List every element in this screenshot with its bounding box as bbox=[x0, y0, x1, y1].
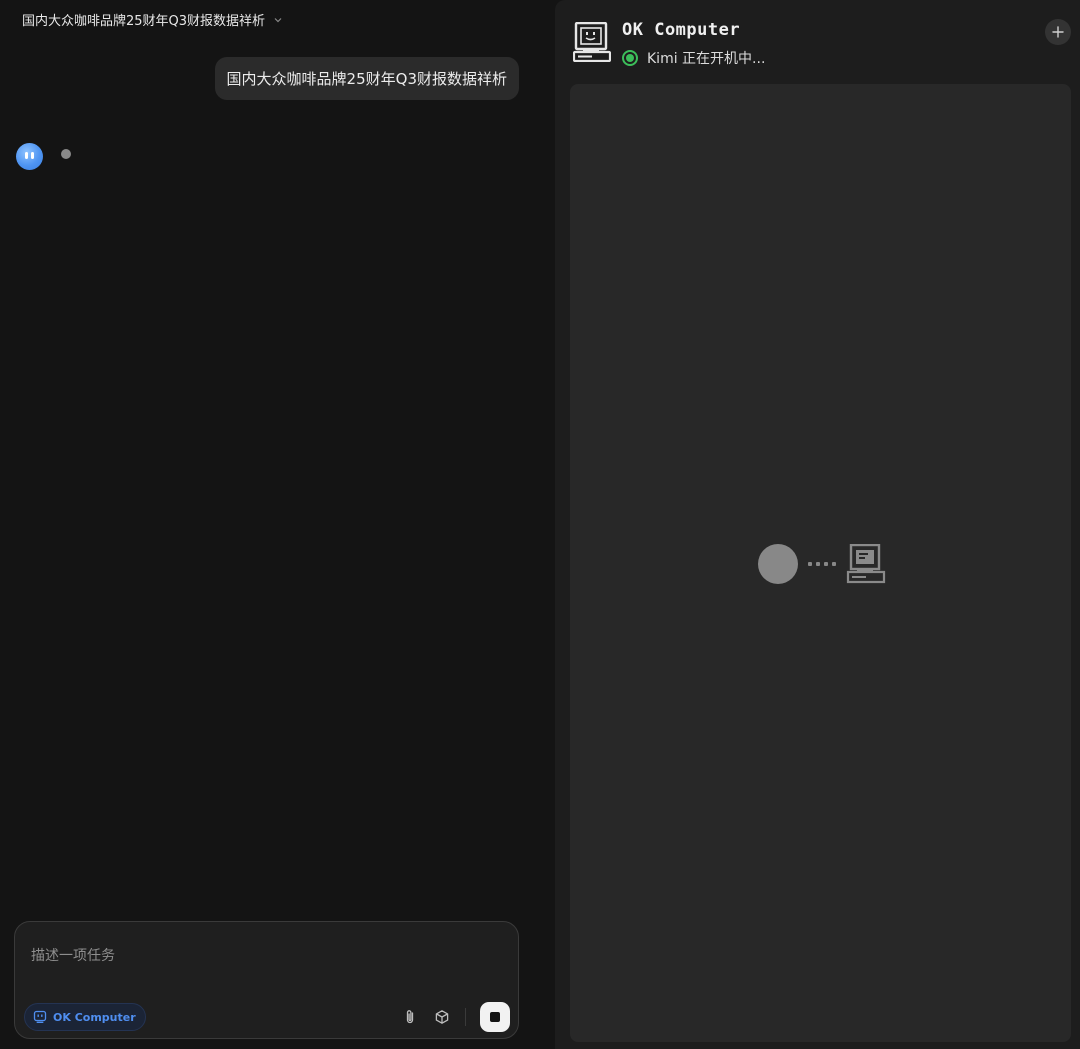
boot-status-text: Kimi 正在开机中... bbox=[647, 51, 766, 67]
status-online-icon bbox=[622, 50, 638, 66]
retro-computer-icon bbox=[573, 22, 611, 62]
new-session-button[interactable] bbox=[1045, 19, 1071, 45]
connecting-dots bbox=[808, 562, 836, 566]
assistant-message bbox=[16, 143, 71, 170]
user-message-text: 国内大众咖啡品牌25财年Q3财报数据祥析 bbox=[226, 70, 507, 88]
message-composer: OK Computer bbox=[14, 921, 519, 1039]
computer-screen bbox=[570, 84, 1071, 1042]
plus-icon bbox=[1052, 26, 1064, 38]
toolbar-divider bbox=[465, 1008, 466, 1026]
paperclip-icon[interactable] bbox=[401, 1008, 419, 1026]
computer-panel: OK Computer Kimi 正在开机中... bbox=[555, 0, 1080, 1049]
composer-toolbar bbox=[401, 1002, 510, 1032]
computer-title: OK Computer bbox=[622, 20, 741, 40]
stop-generation-button[interactable] bbox=[480, 1002, 510, 1032]
stop-icon bbox=[490, 1012, 500, 1022]
typing-indicator bbox=[61, 149, 71, 159]
computer-icon bbox=[846, 544, 886, 584]
ok-computer-chip-label: OK Computer bbox=[53, 1010, 136, 1024]
kimi-avatar bbox=[16, 143, 43, 170]
chat-panel: 国内大众咖啡品牌25财年Q3财报数据祥析 国内大众咖啡品牌25财年Q3财报数据祥… bbox=[0, 0, 553, 1049]
ok-computer-mode-chip[interactable]: OK Computer bbox=[24, 1003, 146, 1031]
computer-mode-icon bbox=[33, 1010, 47, 1023]
user-message-bubble: 国内大众咖啡品牌25财年Q3财报数据祥析 bbox=[214, 57, 519, 100]
boot-status: Kimi 正在开机中... bbox=[622, 48, 765, 68]
conversation-title: 国内大众咖啡品牌25财年Q3财报数据祥析 bbox=[22, 14, 266, 29]
connecting-animation bbox=[758, 544, 886, 584]
chevron-down-icon bbox=[274, 17, 282, 22]
app-window: 国内大众咖啡品牌25财年Q3财报数据祥析 国内大众咖啡品牌25财年Q3财报数据祥… bbox=[0, 0, 1080, 1049]
conversation-title-dropdown[interactable]: 国内大众咖啡品牌25财年Q3财报数据祥析 bbox=[22, 10, 283, 29]
task-input[interactable] bbox=[31, 936, 501, 976]
cube-icon[interactable] bbox=[433, 1008, 451, 1026]
kimi-circle-icon bbox=[758, 544, 798, 584]
